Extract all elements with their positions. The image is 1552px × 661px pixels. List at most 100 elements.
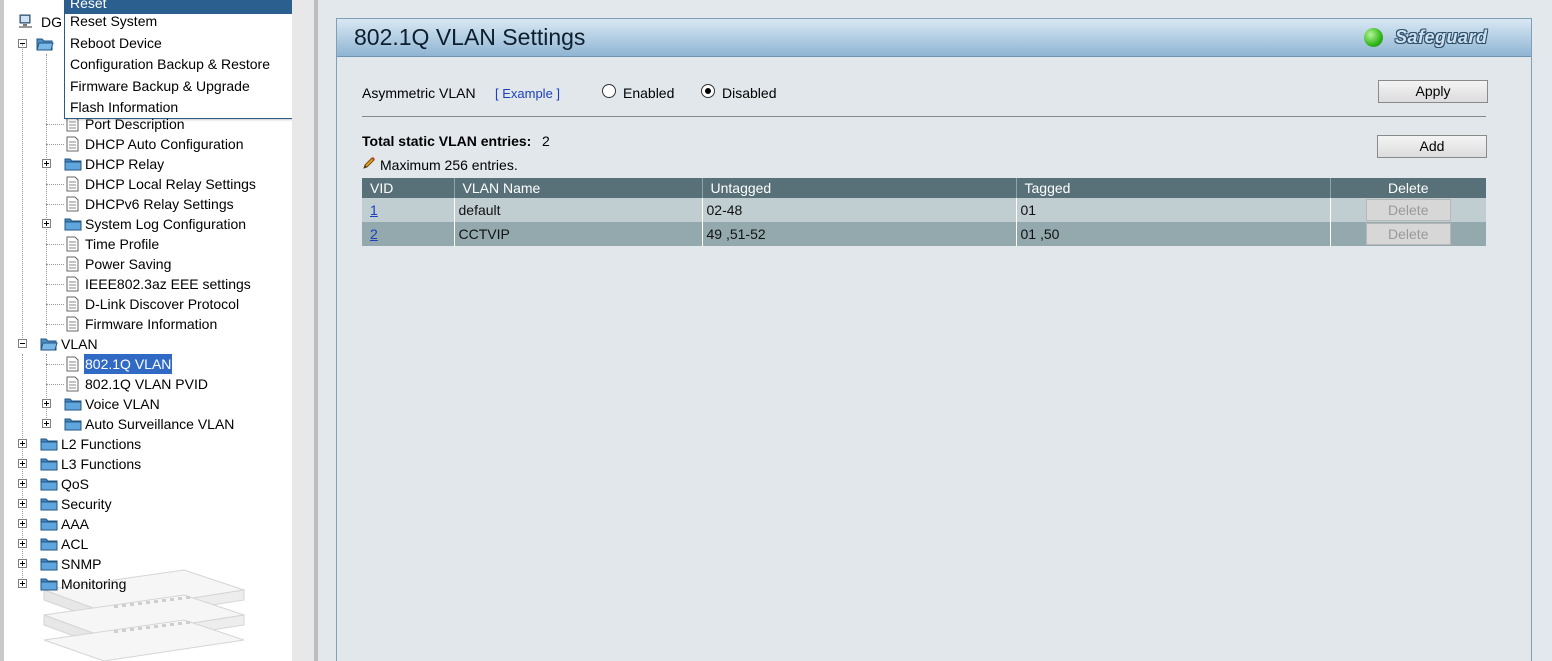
column-header-vlan-name: VLAN Name	[453, 178, 702, 198]
tree-folder-monitoring[interactable]: Monitoring	[18, 574, 218, 594]
tree-item-label: Security	[61, 496, 112, 512]
tree-root-label: DG	[41, 14, 62, 30]
tree-folder-snmp[interactable]: SNMP	[18, 554, 218, 574]
tree-folder-security[interactable]: Security	[18, 494, 218, 514]
tree-folder-vlan[interactable]: VLAN	[18, 334, 218, 354]
delete-button[interactable]: Delete	[1365, 199, 1451, 221]
tree-item-label: Power Saving	[85, 256, 172, 272]
tree-item-label: DHCP Auto Configuration	[85, 136, 244, 152]
disabled-radio-label: Disabled	[722, 85, 777, 101]
tree-item-label: DHCP Local Relay Settings	[85, 176, 256, 192]
document-icon	[66, 316, 79, 332]
tree-item-label: Auto Surveillance VLAN	[85, 416, 235, 432]
pencil-icon	[362, 156, 376, 170]
tree-item-dhcpv6-relay-settings[interactable]: DHCPv6 Relay Settings	[46, 194, 266, 214]
menu-item-flash-information[interactable]: Flash Information	[65, 97, 292, 118]
folder-icon	[64, 216, 82, 231]
folder-icon	[40, 456, 58, 471]
expand-icon[interactable]	[18, 459, 27, 468]
tree-item-label: DHCP Relay	[85, 156, 165, 172]
asymmetric-vlan-label: Asymmetric VLAN	[362, 85, 476, 101]
delete-button[interactable]: Delete	[1365, 223, 1451, 245]
document-icon	[66, 256, 79, 272]
panel-splitter[interactable]	[292, 0, 318, 661]
folder-icon	[64, 416, 82, 431]
tree-item-8021q-vlan-pvid[interactable]: 802.1Q VLAN PVID	[46, 374, 266, 394]
safeguard-status-icon	[1364, 28, 1383, 47]
total-entries-label: Total static VLAN entries:	[362, 133, 532, 149]
folder-open-icon	[40, 336, 58, 351]
tree-folder-system[interactable]	[18, 34, 68, 54]
menu-item-reset-system[interactable]: Reset System	[65, 11, 292, 32]
tree-folder-l3-functions[interactable]: L3 Functions	[18, 454, 218, 474]
tree-item-label: DHCPv6 Relay Settings	[85, 196, 234, 212]
vlan-name-cell: default	[453, 198, 702, 222]
tree-item-label: SNMP	[61, 556, 102, 572]
example-link[interactable]: [ Example ]	[495, 86, 560, 101]
tree-folder-auto-surveillance-vlan[interactable]: Auto Surveillance VLAN	[42, 414, 272, 434]
tree-item-dlink-discover-protocol[interactable]: D-Link Discover Protocol	[46, 294, 276, 314]
folder-icon	[40, 436, 58, 451]
vid-link[interactable]: 2	[370, 226, 378, 242]
menu-item-reboot-device[interactable]: Reboot Device	[65, 33, 292, 54]
safeguard-label[interactable]: Safeguard	[1395, 27, 1488, 48]
page-title: 802.1Q VLAN Settings	[354, 24, 586, 50]
collapse-icon[interactable]	[18, 339, 27, 348]
vid-link[interactable]: 1	[370, 202, 378, 218]
tagged-cell: 01 ,50	[1015, 222, 1330, 246]
tree-item-label: AAA	[61, 516, 90, 532]
tree-item-time-profile[interactable]: Time Profile	[46, 234, 266, 254]
untagged-cell: 49 ,51-52	[701, 222, 1016, 246]
enabled-radio-label: Enabled	[623, 85, 675, 101]
tree-folder-l2-functions[interactable]: L2 Functions	[18, 434, 218, 454]
enabled-radio[interactable]	[602, 84, 616, 98]
panel-header: 802.1Q VLAN Settings Safeguard	[337, 19, 1531, 57]
vlan-table: VID VLAN Name Untagged Tagged Delete 1 d…	[362, 178, 1486, 246]
tree-folder-aaa[interactable]: AAA	[18, 514, 218, 534]
column-header-untagged: Untagged	[701, 178, 1016, 198]
expand-icon[interactable]	[18, 579, 27, 588]
tree-folder-dhcp-relay[interactable]: DHCP Relay	[42, 154, 262, 174]
expand-icon[interactable]	[42, 159, 51, 168]
tree-item-dhcp-auto-configuration[interactable]: DHCP Auto Configuration	[46, 134, 266, 154]
expand-icon[interactable]	[18, 539, 27, 548]
column-header-vid: VID	[362, 178, 454, 198]
tree-item-label-selected: 802.1Q VLAN	[84, 354, 173, 374]
tree-item-power-saving[interactable]: Power Saving	[46, 254, 266, 274]
menu-item-firmware-backup-upgrade[interactable]: Firmware Backup & Upgrade	[65, 76, 292, 97]
tree-folder-qos[interactable]: QoS	[18, 474, 218, 494]
expand-icon[interactable]	[42, 419, 51, 428]
expand-icon[interactable]	[18, 559, 27, 568]
tree-folder-voice-vlan[interactable]: Voice VLAN	[42, 394, 262, 414]
tree-item-label: System Log Configuration	[85, 216, 247, 232]
apply-button[interactable]: Apply	[1378, 80, 1488, 103]
tree-item-label: ACL	[61, 536, 89, 552]
tree-item-label: QoS	[61, 476, 90, 492]
document-icon	[66, 296, 79, 312]
tree-item-dhcp-local-relay-settings[interactable]: DHCP Local Relay Settings	[46, 174, 276, 194]
tree-item-firmware-information[interactable]: Firmware Information	[46, 314, 266, 334]
tree-item-eee-settings[interactable]: IEEE802.3az EEE settings	[46, 274, 276, 294]
expand-icon[interactable]	[42, 219, 51, 228]
disabled-radio[interactable]	[701, 84, 715, 98]
expand-icon[interactable]	[42, 399, 51, 408]
folder-icon	[40, 476, 58, 491]
folder-icon	[40, 576, 58, 591]
folder-open-icon	[36, 36, 54, 51]
expand-icon[interactable]	[18, 499, 27, 508]
expand-icon[interactable]	[18, 519, 27, 528]
expand-icon[interactable]	[18, 439, 27, 448]
tree-item-label: L3 Functions	[61, 456, 142, 472]
tree-item-label: IEEE802.3az EEE settings	[85, 276, 251, 292]
folder-icon	[64, 396, 82, 411]
column-header-tagged: Tagged	[1015, 178, 1330, 198]
add-button[interactable]: Add	[1377, 135, 1487, 158]
table-header-row: VID VLAN Name Untagged Tagged Delete	[362, 178, 1486, 198]
expand-icon[interactable]	[18, 479, 27, 488]
tree-item-8021q-vlan[interactable]: 802.1Q VLAN	[46, 354, 266, 374]
tree-folder-acl[interactable]: ACL	[18, 534, 218, 554]
menu-item-configuration-backup-restore[interactable]: Configuration Backup & Restore	[65, 54, 292, 75]
tree-item-label: VLAN	[61, 336, 98, 352]
tree-folder-system-log-configuration[interactable]: System Log Configuration	[42, 214, 272, 234]
tree-item-label: Time Profile	[85, 236, 160, 252]
